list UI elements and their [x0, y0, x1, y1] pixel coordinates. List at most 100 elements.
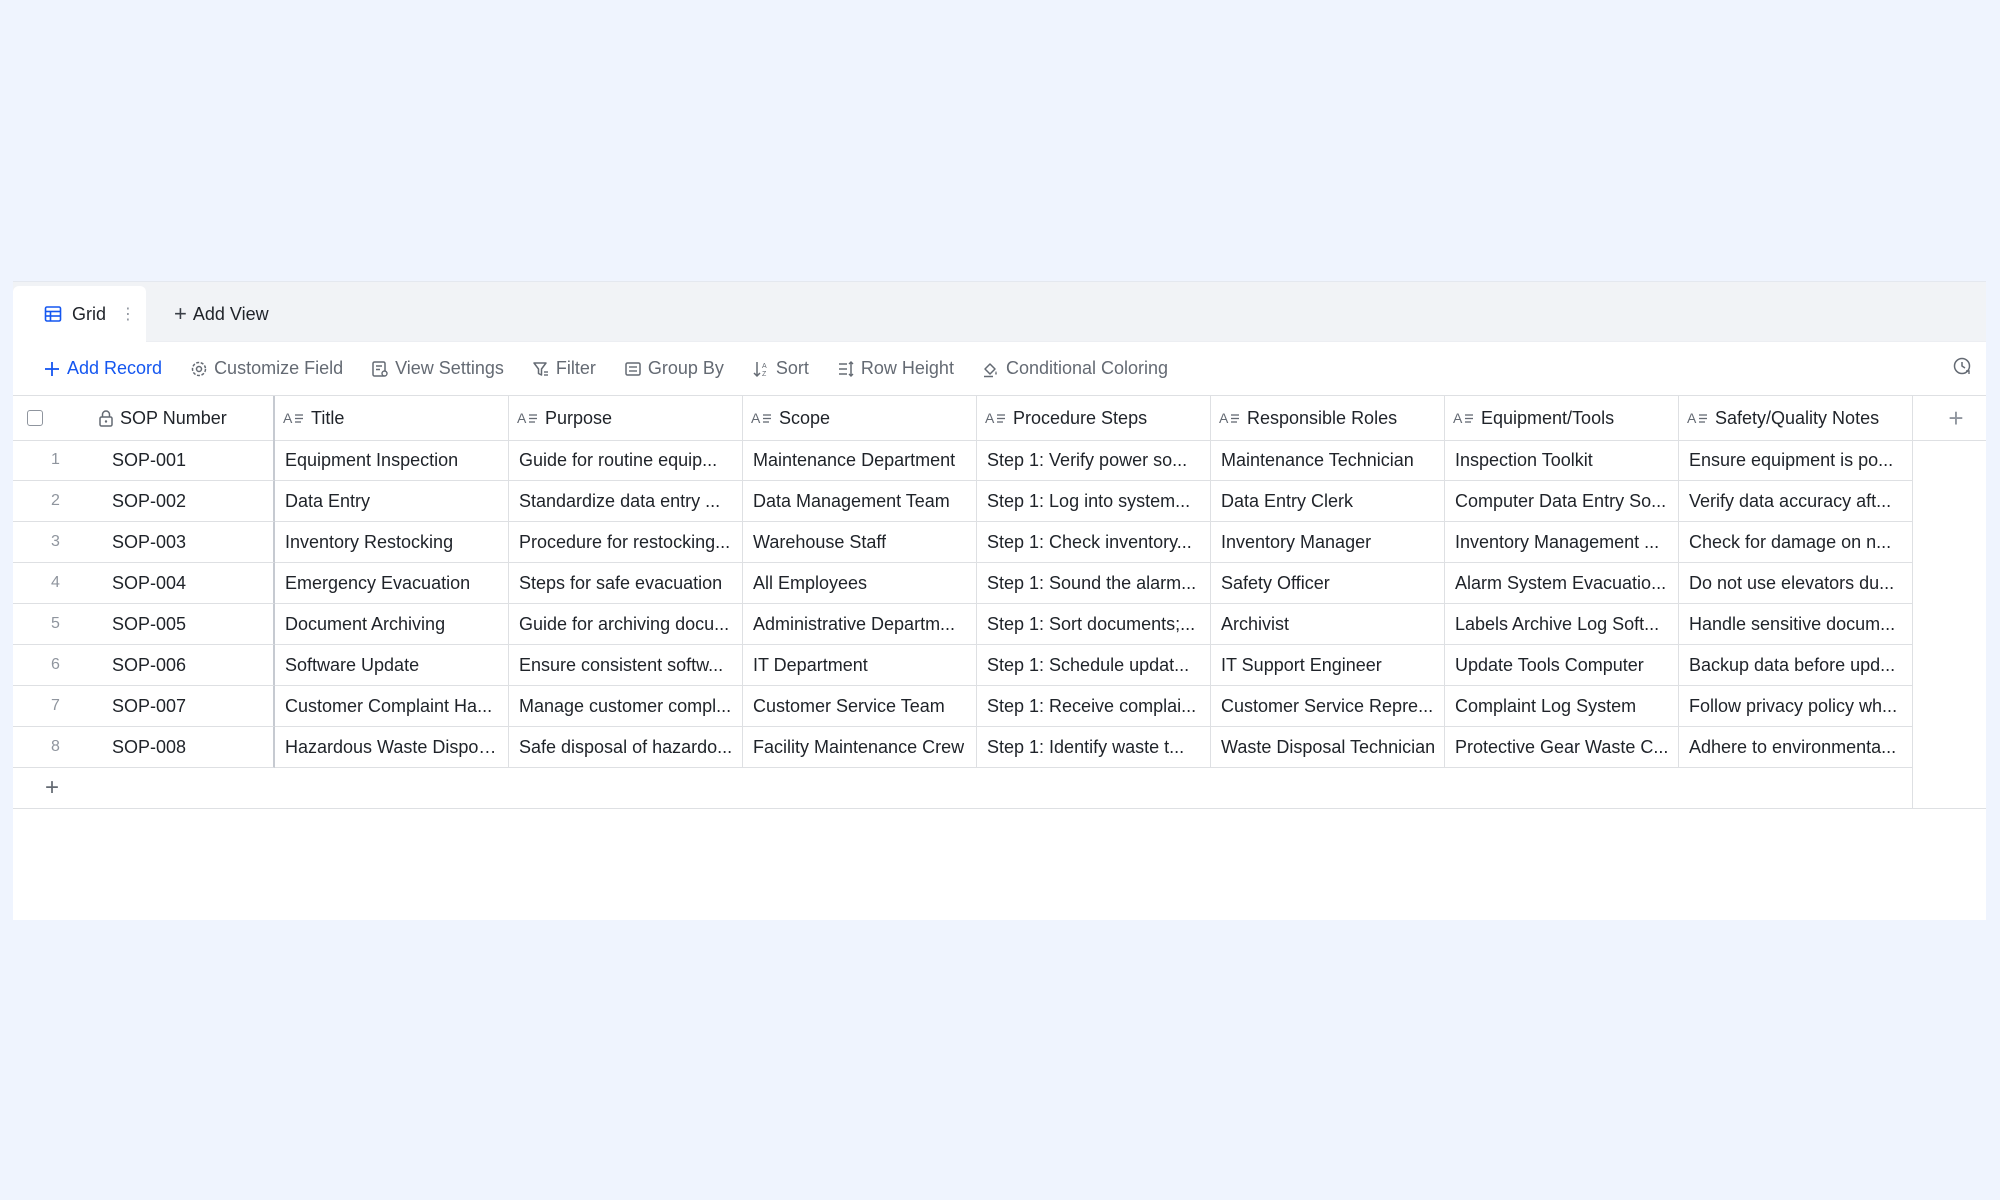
- table-row[interactable]: 6 SOP-006 Software Update Ensure consistent…: [13, 645, 1913, 686]
- table-cell-procedure-steps[interactable]: Step 1: Check inventory...: [977, 522, 1211, 563]
- table-cell-sop-number[interactable]: SOP-008: [98, 727, 275, 768]
- table-cell-equipment-tools[interactable]: Labels Archive Log Soft...: [1445, 604, 1679, 645]
- table-cell-equipment-tools[interactable]: Inspection Toolkit: [1445, 440, 1679, 481]
- table-cell-safety-quality-notes[interactable]: Backup data before upd...: [1679, 645, 1913, 686]
- table-cell-scope[interactable]: Warehouse Staff: [743, 522, 977, 563]
- table-cell-scope[interactable]: All Employees: [743, 563, 977, 604]
- table-cell-safety-quality-notes[interactable]: Follow privacy policy wh...: [1679, 686, 1913, 727]
- table-cell-purpose[interactable]: Procedure for restocking...: [509, 522, 743, 563]
- table-cell-scope[interactable]: IT Department: [743, 645, 977, 686]
- sort-button[interactable]: AZ Sort: [752, 358, 809, 379]
- table-cell-responsible-roles[interactable]: Customer Service Repre...: [1211, 686, 1445, 727]
- table-cell-scope[interactable]: Customer Service Team: [743, 686, 977, 727]
- table-cell-scope[interactable]: Data Management Team: [743, 481, 977, 522]
- table-cell-purpose[interactable]: Standardize data entry ...: [509, 481, 743, 522]
- table-cell-title[interactable]: Emergency Evacuation: [275, 563, 509, 604]
- table-cell-responsible-roles[interactable]: Safety Officer: [1211, 563, 1445, 604]
- table-row[interactable]: 5 SOP-005 Document Archiving Guide for arch…: [13, 604, 1913, 645]
- table-cell-responsible-roles[interactable]: Waste Disposal Technician: [1211, 727, 1445, 768]
- select-all-checkbox[interactable]: [27, 410, 43, 426]
- table-row[interactable]: 8 SOP-008 Hazardous Waste Disposal Safe dis…: [13, 727, 1913, 768]
- cell-text: Facility Maintenance Crew: [753, 736, 965, 757]
- column-header-responsible-roles[interactable]: A Responsible Roles: [1211, 396, 1445, 440]
- table-cell-responsible-roles[interactable]: Maintenance Technician: [1211, 440, 1445, 481]
- select-all-checkbox-cell[interactable]: [13, 396, 98, 440]
- table-cell-title[interactable]: Document Archiving: [275, 604, 509, 645]
- tab-more-icon[interactable]: ⋮: [120, 304, 136, 324]
- table-cell-procedure-steps[interactable]: Step 1: Receive complai...: [977, 686, 1211, 727]
- table-cell-safety-quality-notes[interactable]: Adhere to environmenta...: [1679, 727, 1913, 768]
- table-cell-procedure-steps[interactable]: Step 1: Sound the alarm...: [977, 563, 1211, 604]
- column-header-procedure-steps[interactable]: A Procedure Steps: [977, 396, 1211, 440]
- table-cell-title[interactable]: Software Update: [275, 645, 509, 686]
- table-cell-safety-quality-notes[interactable]: Do not use elevators du...: [1679, 563, 1913, 604]
- table-cell-sop-number[interactable]: SOP-004: [98, 563, 275, 604]
- table-cell-sop-number[interactable]: SOP-001: [98, 440, 275, 481]
- table-cell-safety-quality-notes[interactable]: Handle sensitive docum...: [1679, 604, 1913, 645]
- conditional-coloring-button[interactable]: Conditional Coloring: [982, 358, 1168, 379]
- table-cell-responsible-roles[interactable]: Data Entry Clerk: [1211, 481, 1445, 522]
- svg-text:A: A: [517, 410, 527, 426]
- history-icon[interactable]: [1952, 356, 1972, 376]
- table-row[interactable]: 1 SOP-001 Equipment Inspection Guide for ro…: [13, 440, 1913, 481]
- table-cell-scope[interactable]: Administrative Departm...: [743, 604, 977, 645]
- column-header-purpose[interactable]: A Purpose: [509, 396, 743, 440]
- tab-grid[interactable]: Grid ⋮: [13, 286, 146, 342]
- group-by-button[interactable]: Group By: [624, 358, 724, 379]
- column-header-scope[interactable]: A Scope: [743, 396, 977, 440]
- table-cell-safety-quality-notes[interactable]: Verify data accuracy aft...: [1679, 481, 1913, 522]
- table-row[interactable]: 4 SOP-004 Emergency Evacuation Steps for sa…: [13, 563, 1913, 604]
- table-row[interactable]: 3 SOP-003 Inventory Restocking Procedure fo…: [13, 522, 1913, 563]
- table-row[interactable]: 2 SOP-002 Data Entry Standardize data entry…: [13, 481, 1913, 522]
- table-cell-sop-number[interactable]: SOP-007: [98, 686, 275, 727]
- table-cell-equipment-tools[interactable]: Alarm System Evacuatio...: [1445, 563, 1679, 604]
- table-cell-purpose[interactable]: Guide for routine equip...: [509, 440, 743, 481]
- table-cell-sop-number[interactable]: SOP-002: [98, 481, 275, 522]
- table-cell-procedure-steps[interactable]: Step 1: Schedule updat...: [977, 645, 1211, 686]
- table-cell-purpose[interactable]: Steps for safe evacuation: [509, 563, 743, 604]
- table-cell-equipment-tools[interactable]: Complaint Log System: [1445, 686, 1679, 727]
- table-cell-equipment-tools[interactable]: Protective Gear Waste C...: [1445, 727, 1679, 768]
- table-cell-equipment-tools[interactable]: Computer Data Entry So...: [1445, 481, 1679, 522]
- table-cell-purpose[interactable]: Safe disposal of hazardo...: [509, 727, 743, 768]
- table-cell-equipment-tools[interactable]: Update Tools Computer: [1445, 645, 1679, 686]
- cell-text: SOP-005: [112, 613, 187, 634]
- table-cell-title[interactable]: Equipment Inspection: [275, 440, 509, 481]
- table-cell-responsible-roles[interactable]: IT Support Engineer: [1211, 645, 1445, 686]
- table-cell-scope[interactable]: Facility Maintenance Crew: [743, 727, 977, 768]
- table-row[interactable]: 7 SOP-007 Customer Complaint Ha... Manage c…: [13, 686, 1913, 727]
- cell-text: Customer Service Team: [753, 695, 945, 716]
- conditional-coloring-label: Conditional Coloring: [1005, 358, 1169, 378]
- table-cell-scope[interactable]: Maintenance Department: [743, 440, 977, 481]
- customize-field-button[interactable]: Customize Field: [190, 358, 343, 379]
- column-header-safety-quality-notes[interactable]: A Safety/Quality Notes: [1679, 396, 1913, 440]
- column-header-title[interactable]: A Title: [275, 396, 509, 440]
- table-cell-title[interactable]: Inventory Restocking: [275, 522, 509, 563]
- row-height-button[interactable]: Row Height: [837, 358, 954, 379]
- table-cell-sop-number[interactable]: SOP-005: [98, 604, 275, 645]
- table-cell-title[interactable]: Customer Complaint Ha...: [275, 686, 509, 727]
- table-cell-purpose[interactable]: Manage customer compl...: [509, 686, 743, 727]
- table-cell-responsible-roles[interactable]: Inventory Manager: [1211, 522, 1445, 563]
- table-cell-safety-quality-notes[interactable]: Check for damage on n...: [1679, 522, 1913, 563]
- table-cell-equipment-tools[interactable]: Inventory Management ...: [1445, 522, 1679, 563]
- add-record-button[interactable]: Add Record: [43, 358, 162, 379]
- table-cell-responsible-roles[interactable]: Archivist: [1211, 604, 1445, 645]
- table-cell-procedure-steps[interactable]: Step 1: Sort documents;...: [977, 604, 1211, 645]
- table-cell-purpose[interactable]: Ensure consistent softw...: [509, 645, 743, 686]
- table-cell-procedure-steps[interactable]: Step 1: Verify power so...: [977, 440, 1211, 481]
- add-view-button[interactable]: + Add View: [174, 286, 269, 342]
- table-cell-title[interactable]: Data Entry: [275, 481, 509, 522]
- table-cell-sop-number[interactable]: SOP-006: [98, 645, 275, 686]
- table-cell-purpose[interactable]: Guide for archiving docu...: [509, 604, 743, 645]
- table-cell-procedure-steps[interactable]: Step 1: Identify waste t...: [977, 727, 1211, 768]
- column-header-equipment-tools[interactable]: A Equipment/Tools: [1445, 396, 1679, 440]
- add-row-button[interactable]: +: [13, 768, 1913, 809]
- add-field-button[interactable]: +: [1913, 396, 1999, 440]
- table-cell-sop-number[interactable]: SOP-003: [98, 522, 275, 563]
- table-cell-title[interactable]: Hazardous Waste Disposal: [275, 727, 509, 768]
- filter-button[interactable]: Filter: [532, 358, 596, 379]
- table-cell-safety-quality-notes[interactable]: Ensure equipment is po...: [1679, 440, 1913, 481]
- view-settings-button[interactable]: View Settings: [371, 358, 504, 379]
- table-cell-procedure-steps[interactable]: Step 1: Log into system...: [977, 481, 1211, 522]
